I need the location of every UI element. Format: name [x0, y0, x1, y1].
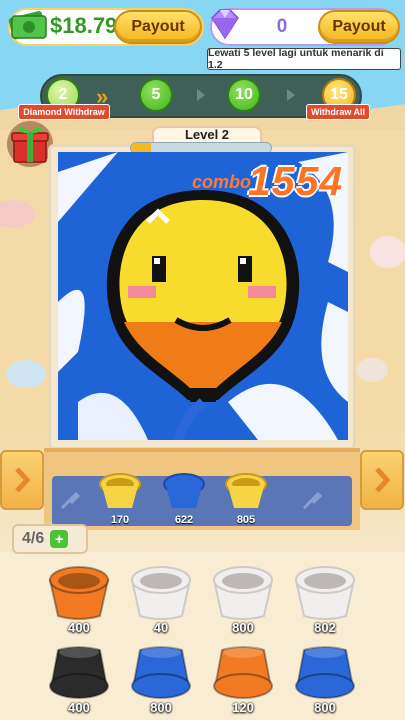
cup-item[interactable]: 800: [126, 642, 196, 718]
cup-count: 802: [314, 620, 336, 635]
payout-button-cash[interactable]: Payout: [114, 10, 202, 44]
yellow-cup-icon: [99, 473, 141, 508]
combo-number: 1554: [248, 158, 344, 204]
cash-icon: [8, 11, 47, 40]
cup-item[interactable]: 800: [290, 642, 360, 718]
cup-count: 40: [153, 620, 169, 635]
cup-icon: [212, 566, 274, 620]
withdraw-hint: Lewati 5 level lagi untuk menarik di 1.2: [207, 47, 401, 71]
chevron-right-icon: [197, 89, 205, 101]
progress-node: 5: [139, 78, 173, 112]
cup-count: 400: [68, 700, 90, 715]
shovel-icon: [302, 491, 323, 510]
cup-item[interactable]: 120: [208, 642, 278, 718]
cup-item[interactable]: 800: [208, 562, 278, 638]
chevron-right-icon: [287, 89, 295, 101]
cup-count: 400: [68, 620, 90, 635]
blue-cup-icon: [163, 473, 205, 508]
slot-counter: 4/6 +: [12, 524, 88, 554]
cup-count: 120: [232, 700, 254, 715]
cup-icon: [294, 566, 356, 620]
add-slot-button[interactable]: +: [50, 530, 69, 548]
cup-count: 800: [232, 620, 254, 635]
diamond-icon: [211, 9, 239, 40]
withdraw-all-tag: Withdraw All: [306, 104, 370, 120]
cup-icon: [213, 646, 273, 699]
conveyor-slot-blue[interactable]: 622: [158, 473, 210, 526]
slot-count: 170: [110, 514, 130, 526]
slot-count: 622: [174, 514, 194, 526]
scroll-right-button[interactable]: [360, 450, 404, 510]
scroll-left-button[interactable]: [0, 450, 44, 510]
chevron-right-icon: [375, 467, 391, 493]
slot-counter-text: 4/6: [22, 530, 45, 547]
slot-count: 805: [236, 514, 256, 526]
cup-icon: [48, 566, 110, 620]
combo-word: combo: [192, 172, 252, 192]
conveyor-slot-yellow[interactable]: 170: [94, 473, 146, 526]
cup-count: 800: [314, 700, 336, 715]
cup-item[interactable]: 802: [290, 562, 360, 638]
chevron-left-icon: [15, 467, 31, 493]
gem-count: 0: [276, 16, 288, 37]
cup-item[interactable]: 40: [126, 562, 196, 638]
yellow-cup-icon: [225, 473, 267, 508]
cup-icon: [49, 646, 109, 699]
cup-count: 800: [150, 700, 172, 715]
conveyor-slot-yellow[interactable]: 805: [220, 473, 272, 526]
progress-node: 10: [227, 78, 261, 112]
cup-icon: [131, 646, 191, 699]
cup-icon: [130, 566, 192, 620]
cup-item[interactable]: 400: [44, 562, 114, 638]
cup-item[interactable]: 400: [44, 642, 114, 718]
payout-button-gem[interactable]: Payout: [318, 10, 400, 44]
level-label: Level 2: [184, 127, 230, 142]
cup-icon: [295, 646, 355, 699]
shovel-icon: [60, 491, 81, 510]
cash-amount: $18.79: [50, 13, 118, 38]
